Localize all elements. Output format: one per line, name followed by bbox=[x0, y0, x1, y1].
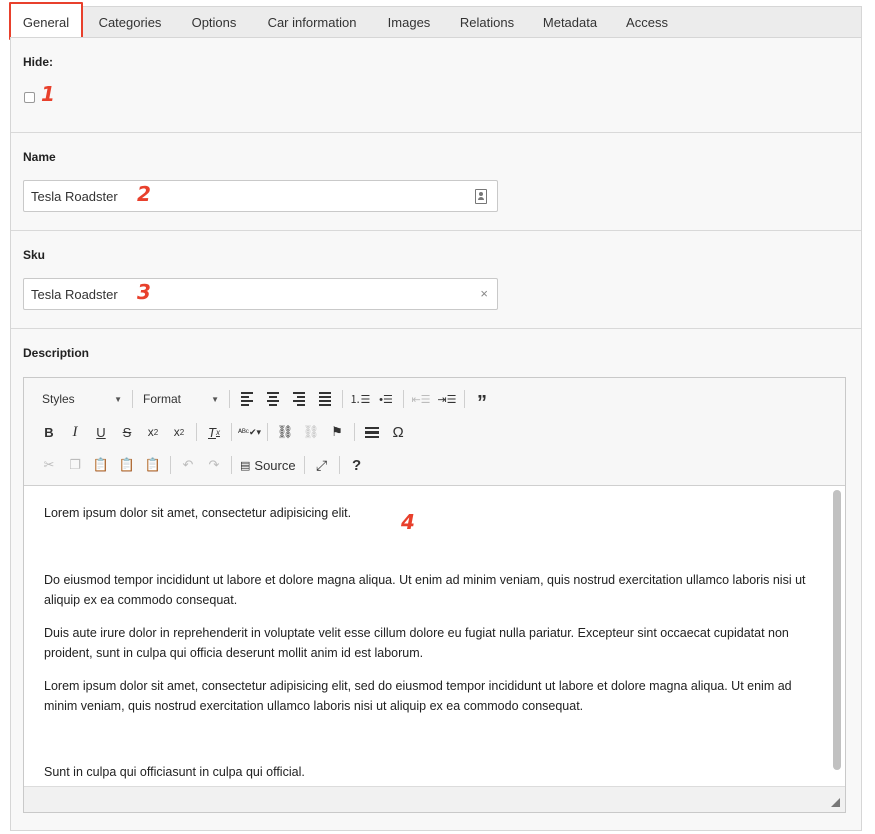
sku-input-value: Tesla Roadster bbox=[31, 287, 118, 302]
source-button-label: Source bbox=[254, 457, 296, 473]
subscript-icon[interactable]: x2 bbox=[140, 420, 166, 444]
unlink-icon[interactable]: ⛓ bbox=[298, 420, 324, 444]
chevron-down-icon: ▼ bbox=[114, 394, 122, 404]
clear-icon[interactable]: × bbox=[480, 286, 488, 301]
toolbar-separator bbox=[342, 390, 343, 408]
indent-icon[interactable]: ⇥☰ bbox=[434, 387, 460, 411]
tab-categories[interactable]: Categories bbox=[89, 7, 171, 39]
horizontal-rule-icon[interactable] bbox=[359, 420, 385, 444]
format-dropdown[interactable]: Format ▼ bbox=[137, 387, 225, 411]
content-paragraph: Lorem ipsum dolor sit amet, consectetur … bbox=[44, 679, 792, 713]
remove-format-icon[interactable]: Tx bbox=[201, 420, 227, 444]
tab-metadata[interactable]: Metadata bbox=[533, 7, 607, 39]
help-icon[interactable]: ? bbox=[344, 453, 370, 477]
tab-access[interactable]: Access bbox=[615, 7, 679, 39]
annotation-marker-1: 1 bbox=[41, 82, 55, 106]
paste-from-word-icon[interactable]: 📋 bbox=[140, 453, 166, 477]
description-label: Description bbox=[23, 346, 90, 360]
align-right-icon[interactable] bbox=[286, 387, 312, 411]
section-divider bbox=[11, 328, 861, 329]
outdent-icon[interactable]: ⇤☰ bbox=[408, 387, 434, 411]
tab-relations[interactable]: Relations bbox=[449, 7, 525, 39]
source-button[interactable]: ▤ Source bbox=[236, 453, 300, 477]
paste-icon[interactable]: 📋 bbox=[88, 453, 114, 477]
maximize-icon[interactable]: ⤢ bbox=[309, 453, 335, 477]
section-divider bbox=[11, 132, 861, 133]
section-divider bbox=[11, 230, 861, 231]
annotation-marker-2: 2 bbox=[137, 182, 151, 206]
numbered-list-icon[interactable]: ⒈☰ bbox=[347, 387, 373, 411]
undo-icon[interactable]: ↶ bbox=[175, 453, 201, 477]
content-paragraph: Sunt in culpa qui officiasunt in culpa q… bbox=[44, 765, 305, 779]
toolbar-separator bbox=[170, 456, 171, 474]
toolbar-row: ✂ ❐ 📋 📋 📋 ↶ ↷ ▤ Source ⤢ ? bbox=[36, 452, 370, 478]
toolbar-separator bbox=[267, 423, 269, 441]
paste-text-icon[interactable]: 📋 bbox=[114, 453, 140, 477]
sku-input[interactable]: Tesla Roadster × bbox=[23, 278, 498, 310]
hide-checkbox[interactable] bbox=[24, 92, 35, 103]
anchor-flag-icon[interactable]: ⚑ bbox=[324, 420, 350, 444]
toolbar-separator bbox=[303, 456, 305, 474]
blockquote-icon[interactable]: ” bbox=[469, 387, 495, 414]
tab-car-information[interactable]: Car information bbox=[255, 7, 369, 39]
tab-general[interactable]: General bbox=[9, 2, 83, 40]
toolbar-separator bbox=[464, 390, 465, 408]
editor-content-area[interactable]: Lorem ipsum dolor sit amet, consectetur … bbox=[24, 486, 845, 786]
toolbar-separator bbox=[403, 390, 404, 408]
name-input[interactable]: Tesla Roadster bbox=[23, 180, 498, 212]
contact-card-icon[interactable] bbox=[475, 189, 487, 204]
toolbar-separator bbox=[338, 456, 340, 474]
rich-text-editor[interactable]: Styles ▼ Format ▼ ⒈☰ •☰ ⇤☰ ⇥☰ ” B I U S … bbox=[23, 377, 846, 813]
bold-icon[interactable]: B bbox=[36, 420, 62, 444]
toolbar-separator bbox=[196, 423, 197, 441]
sku-label: Sku bbox=[23, 248, 46, 262]
name-input-value: Tesla Roadster bbox=[31, 189, 118, 204]
special-character-icon[interactable]: Ω bbox=[385, 420, 411, 444]
name-label: Name bbox=[23, 150, 56, 164]
underline-icon[interactable]: U bbox=[88, 420, 114, 444]
tab-options[interactable]: Options bbox=[179, 7, 249, 39]
toolbar-separator bbox=[354, 423, 356, 441]
resize-grip-icon[interactable] bbox=[831, 798, 840, 807]
tab-bar: General Categories Options Car informati… bbox=[9, 2, 862, 40]
toolbar-row: Styles ▼ Format ▼ ⒈☰ •☰ ⇤☰ ⇥☰ ” bbox=[36, 386, 495, 414]
annotation-marker-3: 3 bbox=[137, 280, 151, 304]
tab-images[interactable]: Images bbox=[377, 7, 441, 39]
content-paragraph: Duis aute irure dolor in reprehenderit i… bbox=[44, 626, 789, 660]
chevron-down-icon: ▼ bbox=[211, 394, 219, 404]
toolbar-separator bbox=[229, 390, 230, 408]
source-file-icon: ▤ bbox=[240, 459, 251, 472]
copy-icon[interactable]: ❐ bbox=[62, 453, 88, 477]
link-icon[interactable]: ⛓ bbox=[272, 420, 298, 444]
hide-label: Hide: bbox=[23, 55, 53, 69]
superscript-icon[interactable]: x2 bbox=[166, 420, 192, 444]
spellcheck-icon[interactable]: ᴬᴮᶜ✔▾ bbox=[236, 420, 263, 444]
editor-toolbar: Styles ▼ Format ▼ ⒈☰ •☰ ⇤☰ ⇥☰ ” B I U S … bbox=[24, 378, 845, 486]
toolbar-separator bbox=[231, 423, 232, 441]
format-dropdown-label: Format bbox=[143, 392, 182, 406]
align-left-icon[interactable] bbox=[234, 387, 260, 411]
bulleted-list-icon[interactable]: •☰ bbox=[373, 387, 399, 411]
general-panel: Hide: 1 Name Tesla Roadster 2 Sku Tesla … bbox=[10, 37, 862, 831]
toolbar-separator bbox=[231, 456, 232, 474]
editor-scrollbar[interactable] bbox=[833, 490, 841, 770]
cut-icon[interactable]: ✂ bbox=[36, 453, 62, 477]
content-paragraph: Do eiusmod tempor incididunt ut labore e… bbox=[44, 573, 806, 607]
styles-dropdown[interactable]: Styles ▼ bbox=[36, 387, 128, 411]
styles-dropdown-label: Styles bbox=[42, 392, 75, 406]
italic-icon[interactable]: I bbox=[62, 420, 88, 444]
align-justify-icon[interactable] bbox=[312, 387, 338, 411]
content-paragraph: Lorem ipsum dolor sit amet, consectetur … bbox=[44, 506, 352, 520]
annotation-marker-4: 4 bbox=[401, 510, 415, 534]
align-center-icon[interactable] bbox=[260, 387, 286, 411]
toolbar-row: B I U S x2 x2 Tx ᴬᴮᶜ✔▾ ⛓ ⛓ ⚑ Ω bbox=[36, 419, 411, 445]
toolbar-separator bbox=[132, 390, 133, 408]
editor-statusbar bbox=[24, 786, 845, 812]
strikethrough-icon[interactable]: S bbox=[114, 420, 140, 444]
redo-icon[interactable]: ↷ bbox=[201, 453, 227, 477]
